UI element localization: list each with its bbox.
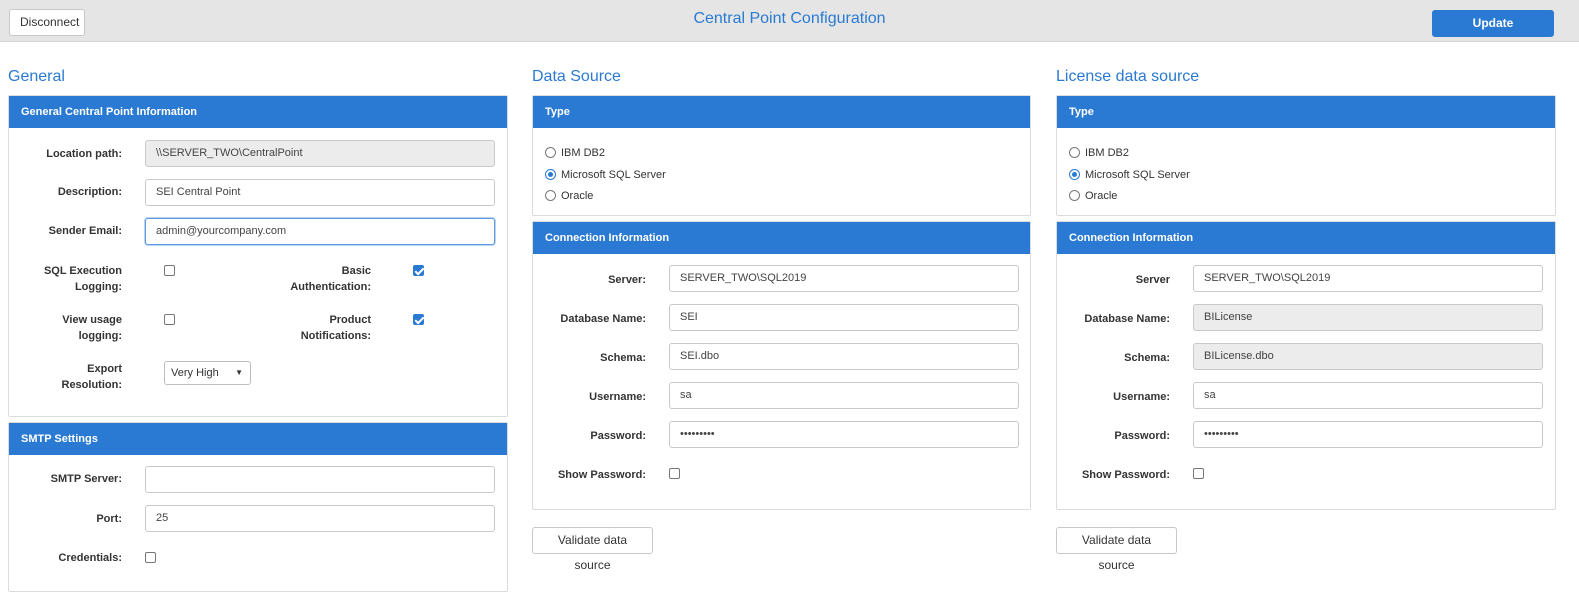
ls-validate-button[interactable]: Validate data source bbox=[1056, 527, 1177, 572]
ds-username-input[interactable]: sa bbox=[669, 382, 1019, 409]
ls-database-name-input[interactable]: BILicense bbox=[1193, 304, 1543, 331]
smtp-server-label: SMTP Server: bbox=[50, 473, 122, 485]
ds-username-label: Username: bbox=[589, 391, 646, 403]
ls-show-password-checkbox[interactable] bbox=[1193, 468, 1204, 479]
ds-show-password-checkbox[interactable] bbox=[669, 468, 680, 479]
smtp-credentials-checkbox[interactable] bbox=[145, 552, 156, 563]
export-resolution-label-line2: Resolution: bbox=[61, 379, 123, 391]
sender-email-input[interactable]: admin@yourcompany.com bbox=[145, 218, 495, 245]
license-type-panel: Type bbox=[1056, 95, 1556, 216]
ds-validate-button[interactable]: Validate data source bbox=[532, 527, 653, 572]
basic-authentication-label: Basic Authentication: bbox=[250, 263, 371, 295]
smtp-port-label: Port: bbox=[96, 513, 122, 525]
ls-server-label: Server bbox=[1135, 274, 1170, 286]
ls-schema-label: Schema: bbox=[1124, 352, 1170, 364]
product-notifications-checkbox[interactable] bbox=[413, 314, 424, 325]
ls-show-password-label: Show Password: bbox=[1081, 469, 1170, 481]
ds-database-name-input[interactable]: SEI bbox=[669, 304, 1019, 331]
export-resolution-value: Very High bbox=[171, 367, 219, 379]
ds-password-label: Password: bbox=[590, 430, 646, 442]
general-section-title: General bbox=[8, 68, 65, 85]
radio-label: IBM DB2 bbox=[1085, 147, 1130, 159]
view-usage-logging-label: View usage logging: bbox=[10, 312, 122, 344]
radio-icon[interactable] bbox=[545, 190, 556, 201]
export-resolution-label: Export Resolution: bbox=[10, 361, 123, 393]
description-label: Description: bbox=[57, 186, 122, 198]
ls-username-label: Username: bbox=[1113, 391, 1170, 403]
update-configuration-button[interactable]: Update configuration bbox=[1432, 10, 1554, 55]
smtp-settings-panel-title: SMTP Settings bbox=[9, 423, 507, 455]
basic-authentication-checkbox[interactable] bbox=[413, 265, 424, 276]
ls-password-input[interactable]: ••••••••• bbox=[1193, 421, 1543, 448]
ls-schema-input[interactable]: BILicense.dbo bbox=[1193, 343, 1543, 370]
radio-label: IBM DB2 bbox=[561, 147, 606, 159]
license-type-panel-title: Type bbox=[1057, 96, 1555, 128]
ls-server-input[interactable]: SERVER_TWO\SQL2019 bbox=[1193, 265, 1543, 292]
data-source-section-title: Data Source bbox=[532, 68, 621, 85]
location-path-input[interactable]: \\SERVER_TWO\CentralPoint bbox=[145, 140, 495, 167]
basic-authentication-label-line1: Basic bbox=[341, 265, 371, 277]
sender-email-label: Sender Email: bbox=[48, 225, 122, 237]
data-source-type-panel-title: Type bbox=[533, 96, 1030, 128]
sql-execution-logging-label-line1: SQL Execution bbox=[43, 265, 122, 277]
product-notifications-label-line1: Product bbox=[329, 314, 371, 326]
chevron-down-icon: ▼ bbox=[235, 368, 243, 377]
view-usage-logging-label-line2: logging: bbox=[78, 330, 122, 342]
export-resolution-select[interactable]: Very High ▼ bbox=[164, 361, 251, 385]
radio-icon[interactable] bbox=[545, 147, 556, 158]
sql-execution-logging-checkbox[interactable] bbox=[164, 265, 175, 276]
radio-label: Oracle bbox=[1085, 190, 1118, 202]
product-notifications-label-line2: Notifications: bbox=[300, 330, 371, 342]
sql-execution-logging-label: SQL Execution Logging: bbox=[10, 263, 122, 295]
smtp-port-input[interactable]: 25 bbox=[145, 505, 495, 532]
view-usage-logging-label-line1: View usage bbox=[62, 314, 122, 326]
data-source-type-panel: Type bbox=[532, 95, 1031, 216]
ds-password-input[interactable]: ••••••••• bbox=[669, 421, 1019, 448]
radio-label: Microsoft SQL Server bbox=[1085, 169, 1190, 181]
data-source-connection-panel-title: Connection Information bbox=[533, 222, 1030, 254]
view-usage-logging-checkbox[interactable] bbox=[164, 314, 175, 325]
radio-icon[interactable] bbox=[545, 169, 556, 180]
radio-icon[interactable] bbox=[1069, 190, 1080, 201]
license-source-section-title: License data source bbox=[1056, 68, 1200, 85]
basic-authentication-label-line2: Authentication: bbox=[290, 281, 371, 293]
radio-label: Microsoft SQL Server bbox=[561, 169, 666, 181]
ds-schema-label: Schema: bbox=[600, 352, 646, 364]
description-input[interactable]: SEI Central Point bbox=[145, 179, 495, 206]
ls-password-label: Password: bbox=[1114, 430, 1170, 442]
radio-icon[interactable] bbox=[1069, 169, 1080, 180]
ds-server-label: Server: bbox=[608, 274, 646, 286]
smtp-server-input[interactable] bbox=[145, 466, 495, 493]
ls-username-input[interactable]: sa bbox=[1193, 382, 1543, 409]
product-notifications-label: Product Notifications: bbox=[250, 312, 371, 344]
smtp-credentials-label: Credentials: bbox=[58, 552, 122, 564]
radio-label: Oracle bbox=[561, 190, 594, 202]
radio-icon[interactable] bbox=[1069, 147, 1080, 158]
ls-database-name-label: Database Name: bbox=[1084, 313, 1170, 325]
ds-server-input[interactable]: SERVER_TWO\SQL2019 bbox=[669, 265, 1019, 292]
ds-show-password-label: Show Password: bbox=[557, 469, 646, 481]
export-resolution-label-line1: Export bbox=[87, 363, 122, 375]
ds-database-name-label: Database Name: bbox=[560, 313, 646, 325]
page-title: Central Point Configuration bbox=[693, 10, 886, 27]
sql-execution-logging-label-line2: Logging: bbox=[74, 281, 122, 293]
ds-schema-input[interactable]: SEI.dbo bbox=[669, 343, 1019, 370]
license-connection-panel-title: Connection Information bbox=[1057, 222, 1555, 254]
general-info-panel-title: General Central Point Information bbox=[9, 96, 507, 128]
location-path-label: Location path: bbox=[46, 148, 122, 160]
